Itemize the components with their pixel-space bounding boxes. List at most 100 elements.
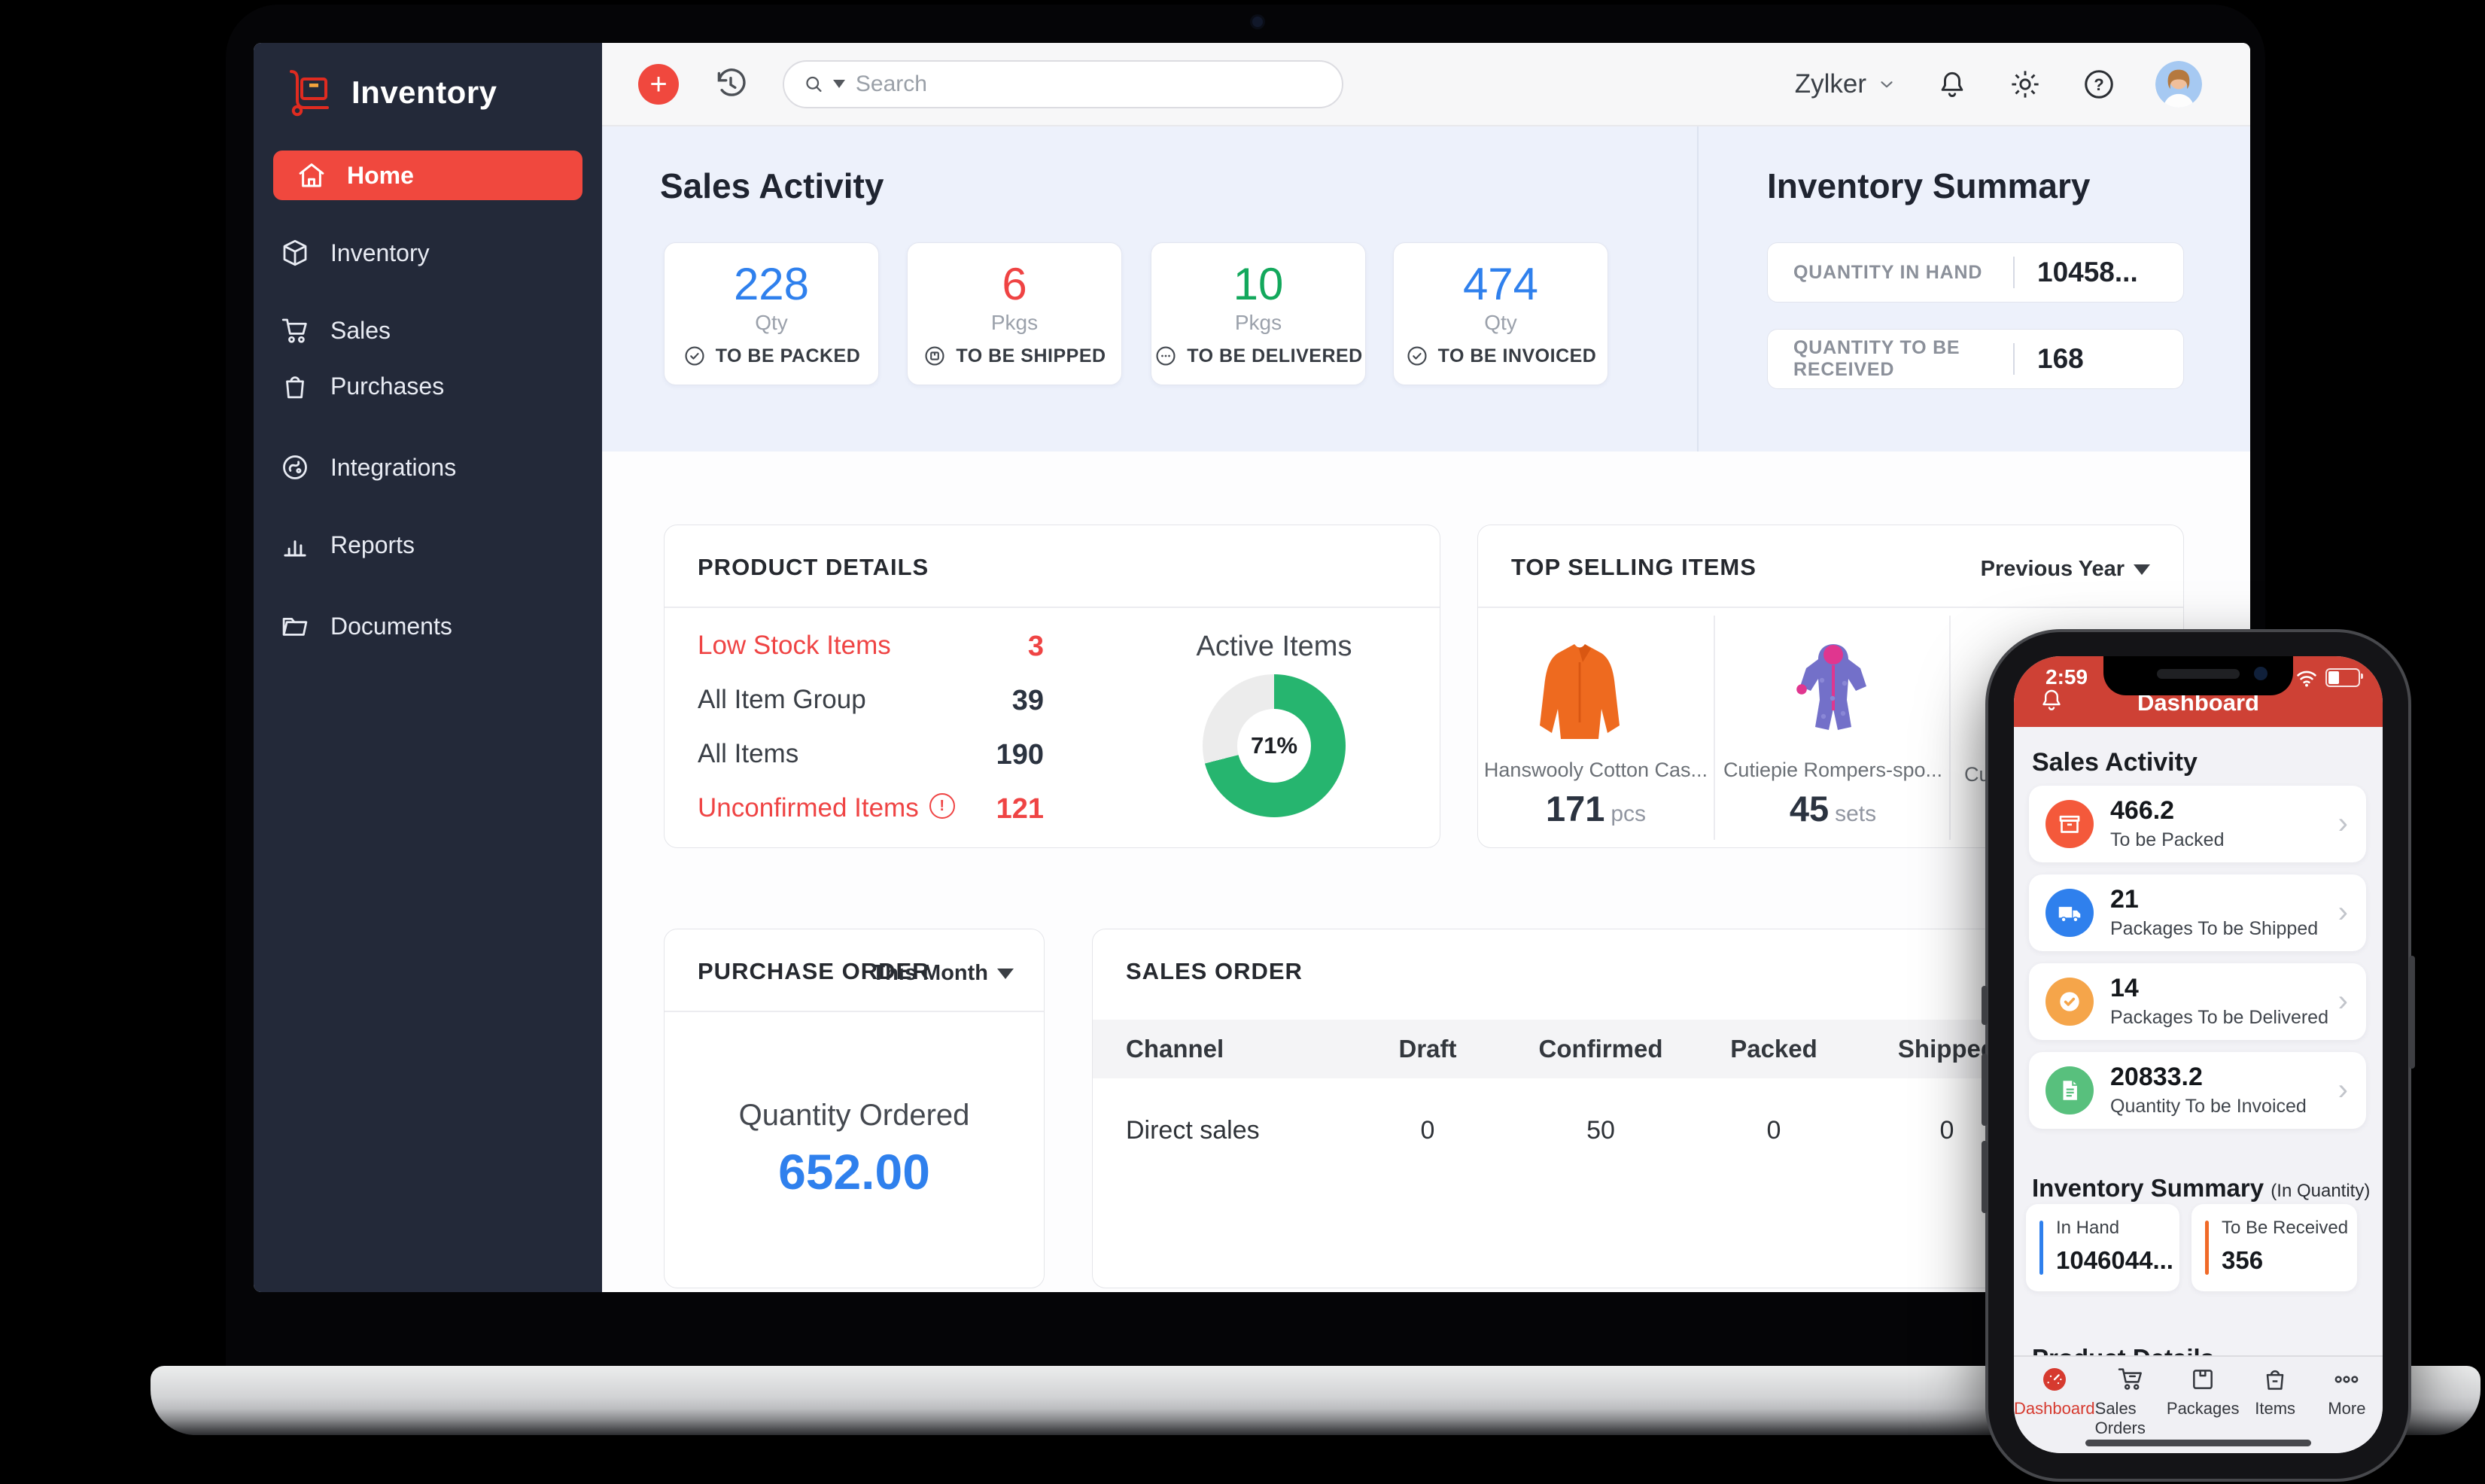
- donut-percent-label: 71%: [1250, 732, 1298, 759]
- sidebar-item-inventory[interactable]: Inventory ▸: [254, 230, 653, 276]
- purchase-order-period-dropdown[interactable]: This Month: [871, 961, 1014, 986]
- item-unit: sets: [1835, 801, 1877, 826]
- chevron-right-icon: ›: [2337, 896, 2348, 929]
- phone-to-be-received-card: To Be Received 356: [2191, 1204, 2357, 1291]
- laptop-screen: Inventory Home Inventory ▸: [254, 43, 2250, 1292]
- settings-gear-icon[interactable]: [2008, 67, 2042, 102]
- unconfirmed-items-row[interactable]: Unconfirmed Items ! 121: [698, 793, 1044, 826]
- tab-more[interactable]: More: [2311, 1357, 2383, 1453]
- sidebar-item-label: Purchases: [330, 372, 445, 400]
- top-selling-item[interactable]: Cutiepie Rompers-spo... 45 sets: [1714, 616, 1951, 840]
- sidebar-item-purchases[interactable]: Purchases ▸: [254, 363, 653, 409]
- tab-items[interactable]: Items: [2240, 1357, 2311, 1453]
- stat-card-to-be-packed[interactable]: 228 Qty TO BE PACKED: [664, 242, 879, 385]
- search-bar[interactable]: [783, 59, 1343, 108]
- phone-card-to-be-shipped[interactable]: 21 Packages To be Shipped ›: [2029, 874, 2366, 951]
- sidebar-item-label: Reports: [330, 531, 415, 558]
- ellipsis-circle-icon: [1156, 346, 1176, 366]
- column-header: Draft: [1398, 1035, 1457, 1063]
- sidebar-item-sales[interactable]: Sales ▸: [254, 307, 653, 354]
- card-title: SALES ORDER: [1126, 958, 1303, 984]
- tab-sales-orders[interactable]: Sales Orders: [2095, 1357, 2167, 1453]
- accent-bar: [2205, 1221, 2209, 1275]
- row-value: 39: [1011, 685, 1044, 716]
- org-selector[interactable]: Zylker: [1795, 69, 1896, 99]
- stat-value: 6: [1002, 259, 1027, 309]
- stat-value: 228: [733, 259, 810, 309]
- volume-up-button: [1982, 1054, 1988, 1126]
- card-title: TOP SELLING ITEMS: [1511, 554, 1757, 580]
- chevron-right-icon: ›: [2337, 984, 2348, 1017]
- recent-history-icon[interactable]: [712, 65, 750, 103]
- quick-create-button[interactable]: +: [638, 63, 679, 105]
- power-button: [2409, 956, 2415, 1069]
- divider: [1478, 607, 2183, 608]
- more-dots-icon: [2334, 1376, 2359, 1383]
- stat-card-to-be-delivered[interactable]: 10 Pkgs TO BE DELIVERED: [1151, 242, 1366, 385]
- section-title: Sales Activity: [660, 166, 884, 205]
- summary-label: QUANTITY IN HAND: [1793, 261, 1983, 283]
- search-input[interactable]: [853, 70, 1322, 98]
- tab-packages[interactable]: Packages: [2167, 1357, 2240, 1453]
- donut-title: Active Items: [1196, 631, 1352, 662]
- stat-value: 10: [1233, 259, 1284, 309]
- active-items-donut-chart: 71%: [1203, 674, 1346, 817]
- top-selling-period-dropdown[interactable]: Previous Year: [1981, 557, 2150, 582]
- item-qty: 45: [1789, 789, 1830, 829]
- sidebar-item-reports[interactable]: Reports: [254, 522, 653, 568]
- tab-label: More: [2328, 1399, 2366, 1418]
- mute-switch: [1982, 986, 1988, 1025]
- all-item-group-row[interactable]: All Item Group 39: [698, 685, 1044, 717]
- phone-screen: 2:59 Dashboard Sales Activity 466.2 To b…: [2014, 656, 2383, 1453]
- sidebar-item-home[interactable]: Home: [273, 151, 582, 200]
- title-subtext: (In Quantity): [2271, 1181, 2371, 1201]
- stat-card-to-be-invoiced[interactable]: 474 Qty TO BE INVOICED: [1393, 242, 1608, 385]
- phone-card-to-be-invoiced[interactable]: 20833.2 Quantity To be Invoiced ›: [2029, 1052, 2366, 1129]
- phone-card-to-be-delivered[interactable]: 14 Packages To be Delivered ›: [2029, 963, 2366, 1040]
- product-details-card: PRODUCT DETAILS Low Stock Items 3 All It…: [664, 525, 1440, 848]
- all-items-row[interactable]: All Items 190: [698, 739, 1044, 771]
- bar-chart-icon: [284, 540, 306, 557]
- card-value: 21: [2110, 885, 2139, 914]
- low-stock-items-row[interactable]: Low Stock Items 3: [698, 631, 1044, 663]
- stat-card-to-be-shipped[interactable]: 6 Pkgs TO BE SHIPPED: [907, 242, 1122, 385]
- search-scope-caret[interactable]: [832, 80, 845, 88]
- inventory-summary-section: Inventory Summary QUANTITY IN HAND 10458…: [1697, 126, 2250, 452]
- sidebar-item-integrations[interactable]: Integrations: [254, 444, 653, 491]
- chevron-right-icon: ›: [2337, 1073, 2348, 1106]
- card-value: 20833.2: [2110, 1063, 2203, 1091]
- sidebar-item-label: Integrations: [330, 453, 457, 481]
- stat-unit: Pkgs: [1234, 311, 1282, 334]
- cell-packed: 0: [1766, 1115, 1781, 1145]
- phone-inventory-summary-title: Inventory Summary (In Quantity): [2032, 1174, 2370, 1203]
- chevron-down-icon: [1881, 81, 1893, 87]
- notifications-bell-icon[interactable]: [1936, 68, 1969, 101]
- stat-label: TO BE PACKED: [715, 345, 861, 366]
- tab-label: Sales Orders: [2094, 1399, 2146, 1437]
- user-avatar[interactable]: [2155, 60, 2202, 108]
- app-logo: Inventory: [284, 68, 497, 117]
- phone-card-to-be-packed[interactable]: 466.2 To be Packed ›: [2029, 786, 2366, 862]
- metric-label: Quantity Ordered: [738, 1099, 970, 1132]
- home-icon: [299, 163, 324, 187]
- sidebar: Inventory Home Inventory ▸: [254, 43, 628, 1292]
- summary-quantity-in-hand: QUANTITY IN HAND 10458...: [1767, 242, 2184, 303]
- check-circle-icon: [1407, 346, 1427, 366]
- filter-label: Previous Year: [1980, 557, 2125, 581]
- stat-label: TO BE SHIPPED: [956, 345, 1106, 366]
- summary-value: 10458...: [2013, 257, 2158, 288]
- divider: [665, 1011, 1044, 1012]
- item-qty: 171: [1545, 789, 1605, 829]
- home-indicator[interactable]: [2085, 1440, 2311, 1446]
- tab-dashboard[interactable]: Dashboard: [2014, 1357, 2095, 1453]
- phone-sales-activity-title: Sales Activity: [2032, 748, 2198, 777]
- sidebar-item-documents[interactable]: Documents: [254, 603, 653, 649]
- top-selling-item[interactable]: Hanswooly Cotton Cas... 171 pcs: [1478, 616, 1714, 840]
- card-value: 14: [2110, 974, 2139, 1002]
- card-label: Quantity To be Invoiced: [2110, 1096, 2307, 1117]
- phone-mockup: 2:59 Dashboard Sales Activity 466.2 To b…: [1982, 632, 2415, 1479]
- sidebar-item-label: Home: [347, 161, 414, 189]
- card-label: In Hand: [2056, 1218, 2120, 1238]
- help-icon[interactable]: ?: [2082, 67, 2116, 102]
- handtruck-logo-icon: [290, 70, 329, 117]
